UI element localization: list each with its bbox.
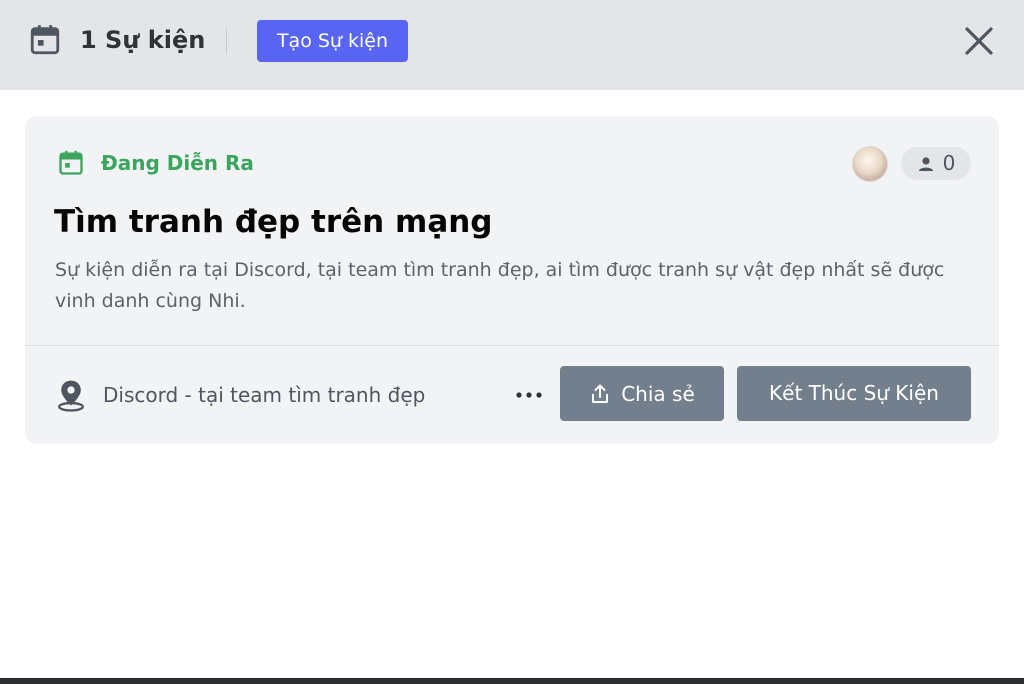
event-count-label: 1 Sự kiện bbox=[80, 26, 206, 54]
event-location: Discord - tại team tìm tranh đẹp bbox=[103, 383, 426, 407]
window-bottom-edge bbox=[0, 678, 1024, 684]
header-divider bbox=[226, 28, 227, 54]
card-divider bbox=[25, 345, 999, 346]
avatar[interactable] bbox=[852, 146, 888, 182]
person-icon bbox=[918, 156, 933, 171]
share-icon bbox=[592, 384, 609, 403]
location-pin-icon bbox=[58, 380, 84, 412]
event-status-label: Đang Diễn Ra bbox=[101, 151, 254, 175]
create-event-button[interactable]: Tạo Sự kiện bbox=[257, 20, 408, 62]
events-modal: 1 Sự kiện Tạo Sự kiện Đang Diễn Ra 0 Tìm… bbox=[0, 0, 1024, 684]
calendar-icon bbox=[59, 150, 83, 175]
attendee-count: 0 bbox=[942, 151, 956, 175]
event-description: Sự kiện diễn ra tại Discord, tại team tì… bbox=[55, 259, 945, 312]
more-options-icon[interactable] bbox=[511, 379, 547, 411]
event-title: Tìm tranh đẹp trên mạng bbox=[54, 204, 493, 240]
share-button-label: Chia sẻ bbox=[621, 381, 695, 406]
calendar-icon bbox=[30, 25, 60, 55]
event-card[interactable]: Đang Diễn Ra 0 Tìm tranh đẹp trên mạng S… bbox=[25, 116, 999, 444]
event-status: Đang Diễn Ra bbox=[57, 146, 254, 180]
close-icon[interactable] bbox=[958, 20, 1000, 62]
end-event-button[interactable]: Kết Thúc Sự Kiện bbox=[737, 366, 971, 421]
attendee-count-badge[interactable]: 0 bbox=[901, 147, 971, 180]
modal-header: 1 Sự kiện Tạo Sự kiện bbox=[0, 0, 1024, 90]
share-button[interactable]: Chia sẻ bbox=[560, 366, 724, 421]
